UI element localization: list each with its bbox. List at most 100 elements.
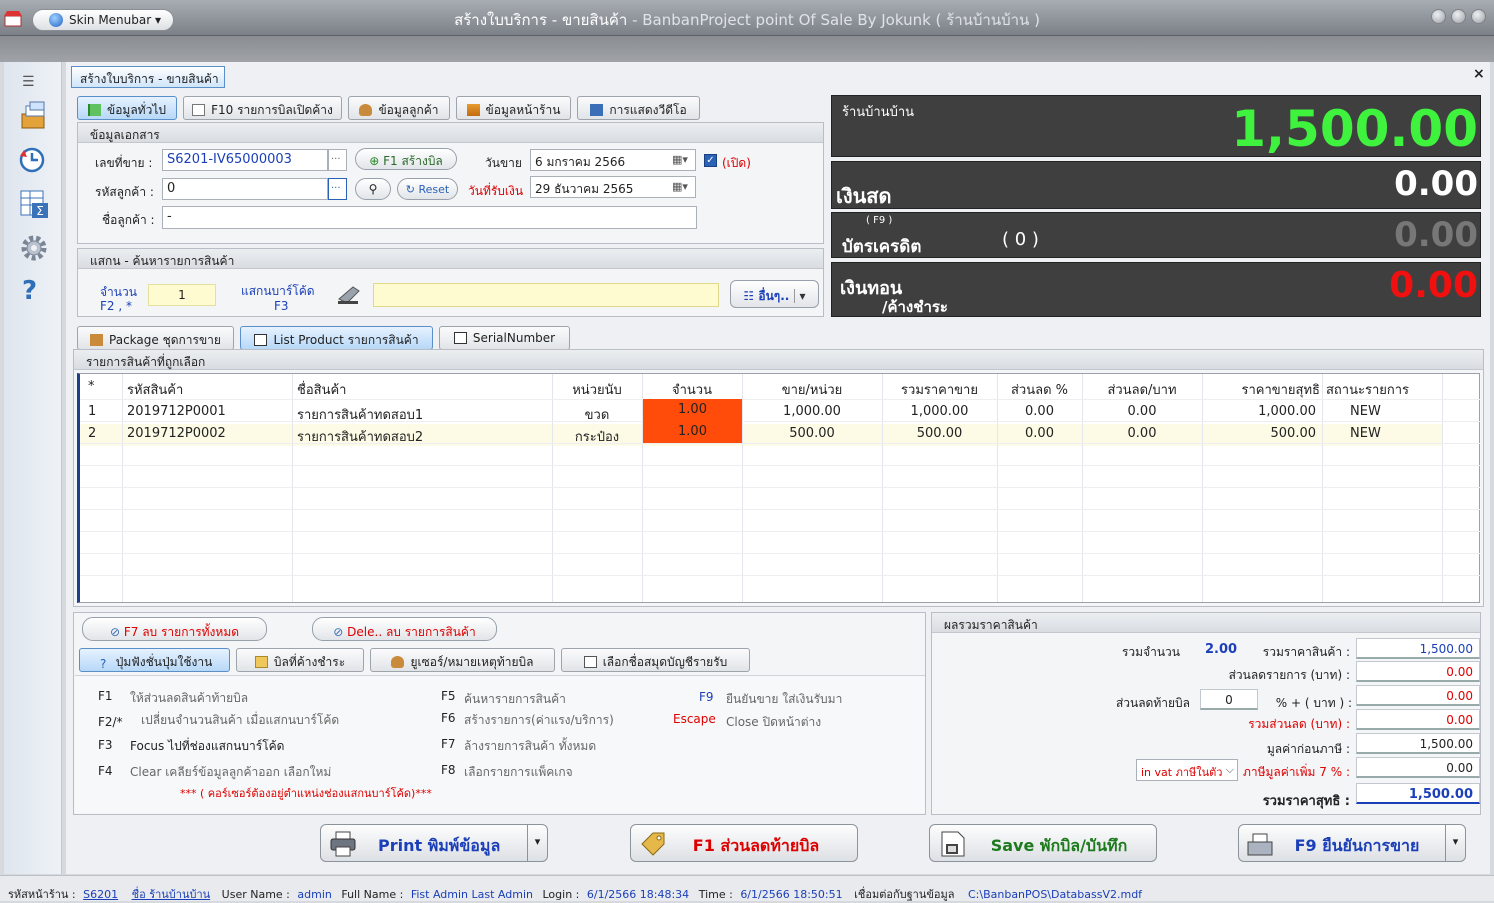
table-cell: ขวด [584,408,610,423]
settings-gear-icon[interactable] [18,232,50,264]
subtotal-field: 1,500.00 [1356,638,1480,659]
tab-pending-bills[interactable]: บิลที่ค้างชำระ [236,648,364,672]
calendar-icon[interactable]: ▦▾ [672,180,688,193]
print-button[interactable]: Print พิมพ์ข้อมูล ▾ [320,824,548,862]
db-label: เชื่อมต่อกับฐานข้อมูล [854,888,955,901]
confirm-sale-button[interactable]: F9 ยืนยันการขาย ▾ [1238,824,1466,862]
tab-function-keys[interactable]: ? ปุ่มฟังชั่นปุ่มใช้งาน [79,648,230,672]
fkey-desc: ค้นหารายการสินค้า [464,692,566,706]
spreadsheet-sum-icon[interactable]: Σ [18,188,50,220]
minimize-button[interactable] [1431,9,1446,24]
bill-no-label: เลขที่ขาย : [95,156,153,170]
cash-value: 0.00 [1394,164,1478,204]
time-label: Time : [698,888,733,901]
tab-general[interactable]: ข้อมูลทั่วไป [77,96,177,120]
qty-cell[interactable]: 1.00 [643,421,742,443]
confirm-dropdown-arrow[interactable]: ▾ [1445,825,1465,861]
search-customer-button[interactable]: ⚲ [355,178,391,200]
barcode-input[interactable] [373,283,719,307]
document-icon [453,332,467,344]
table-cell: 0.00 [1127,426,1157,441]
selected-items-header: รายการสินค้าที่ถูกเลือก [74,350,1483,370]
ribbon-band [0,36,1494,62]
hamburger-icon[interactable]: ☰ [22,74,42,90]
print-dropdown-arrow[interactable]: ▾ [527,825,547,861]
table-cell: กระป๋อง [574,430,620,445]
shop-code-link[interactable]: S6201 [83,888,118,901]
tab-income-account[interactable]: เลือกชื่อสมุดบัญชีรายรับ [561,648,750,672]
qty-cell[interactable]: 1.00 [643,399,742,421]
customer-code-field[interactable]: 0 [162,178,328,200]
customer-name-field[interactable]: - [162,206,697,229]
help-icon: ? [100,657,107,671]
bill-no-field[interactable]: S6201-IV65000003 [162,149,328,171]
tab-open-bills[interactable]: F10 รายการบิลเปิดค้าง [183,96,342,120]
barcode-scanner-icon [338,286,360,304]
outstanding-label: /ค้างชำระ [882,298,948,316]
history-icon[interactable] [18,144,50,176]
list-icon [254,334,268,346]
maximize-button[interactable] [1451,9,1466,24]
bill-discount-percent-input[interactable]: 0 [1200,689,1258,710]
svg-text:Σ: Σ [36,204,44,218]
close-window-button[interactable] [1471,9,1486,24]
vat-mode-select[interactable]: in vat ภาษีในตัว ⌵ [1136,759,1238,781]
tab-package[interactable]: Package ชุดการขาย [77,326,234,350]
table-cell: 0.00 [1127,404,1157,419]
left-sidebar: ☰ Σ ? [4,62,62,874]
calendar-icon[interactable]: ▦▾ [672,153,688,166]
tab-user-notes[interactable]: ยูเซอร์/หมายเหตุท้ายบิล [370,648,555,672]
document-icon [192,104,206,116]
close-document-icon[interactable]: × [1473,66,1485,82]
col-header: จำนวน [672,383,712,398]
delete-all-button[interactable]: ⊘ F7 ลบ รายการทั้งหมด [82,617,267,641]
tab-video[interactable]: การแสดงวีดีโอ [577,96,700,120]
customer-name-label: ชื่อลูกค้า : [102,213,155,227]
cash-label: เงินสด [836,184,892,208]
qty-input[interactable]: 1 [148,284,216,306]
shop-name-link[interactable]: ชื่อ ร้านบ้านบ้าน [132,888,211,901]
open-checkbox[interactable]: ✓ [704,154,717,167]
user-icon [359,104,373,116]
stack-icon[interactable] [18,100,50,132]
create-bill-button[interactable]: ⊕ F1 สร้างบิล [355,148,457,170]
delete-icon: ⊘ [109,625,121,639]
bill-discount-button[interactable]: F1 ส่วนลดท้ายบิล [630,824,858,862]
tab-shop[interactable]: ข้อมูลหน้าร้าน [456,96,571,120]
pre-tax-field: 1,500.00 [1356,733,1480,754]
credit-display: ( F9 ) บัตรเครดิต ( 0 ) 0.00 [831,212,1481,258]
bill-discount-amount-input[interactable]: 0.00 [1356,685,1480,706]
fkey-desc: Close ปิดหน้าต่าง [726,715,822,729]
other-dropdown-button[interactable]: ☷ อื่นๆ.. ▾ [730,280,819,308]
shop-code-label: รหัสหน้าร้าน : [8,888,76,901]
tab-serial-number[interactable]: SerialNumber [439,326,570,350]
tab-customer[interactable]: ข้อมูลลูกค้า [348,96,450,120]
document-tab[interactable]: สร้างใบบริการ - ขายสินค้า [71,66,225,88]
vat-label: ภาษีมูลค่าเพิ่ม 7 % : [1242,765,1350,779]
search-icon: ⚲ [368,182,378,196]
fkey-desc: ยืนยันขาย ใส่เงินรับมา [726,692,843,706]
total-qty-label: รวมจำนวน [1121,645,1180,659]
total-display: ร้านบ้านบ้าน 1,500.00 [831,95,1481,158]
help-icon[interactable]: ? [22,276,37,306]
change-value: 0.00 [1389,265,1478,306]
table-cell: NEW [1350,426,1381,441]
status-bar: รหัสหน้าร้าน : S6201 ชื่อ ร้านบ้านบ้าน U… [0,875,1494,901]
barcode-key-hint: F3 [274,299,289,313]
customer-browse-button[interactable]: ··· [328,178,347,200]
fkey-name: F2/* [98,715,123,729]
vat-field: 0.00 [1356,757,1480,778]
table-cell: 1,000.00 [783,404,841,419]
fkey-name: F6 [441,711,456,725]
col-header: หน่วยนับ [572,383,622,398]
tab-list-product[interactable]: List Product รายการสินค้า [240,326,433,350]
reset-button[interactable]: ↻ Reset [397,178,458,200]
bill-discount-label: ส่วนลดท้ายบิล [1115,696,1190,710]
product-grid[interactable]: * รหัสสินค้า ชื่อสินค้า หน่วยนับ จำนวน ข… [77,373,1480,603]
save-hold-bill-button[interactable]: Save พักบิล/บันทึก [929,824,1157,862]
bill-no-browse-button[interactable]: ··· [328,149,347,171]
save-disk-icon [941,831,965,857]
receive-date-label: วันที่รับเงิน [468,184,524,198]
chevron-down-icon: ⌵ [1225,763,1234,776]
delete-item-button[interactable]: ⊘ Dele.. ลบ รายการสินค้า [312,617,497,641]
